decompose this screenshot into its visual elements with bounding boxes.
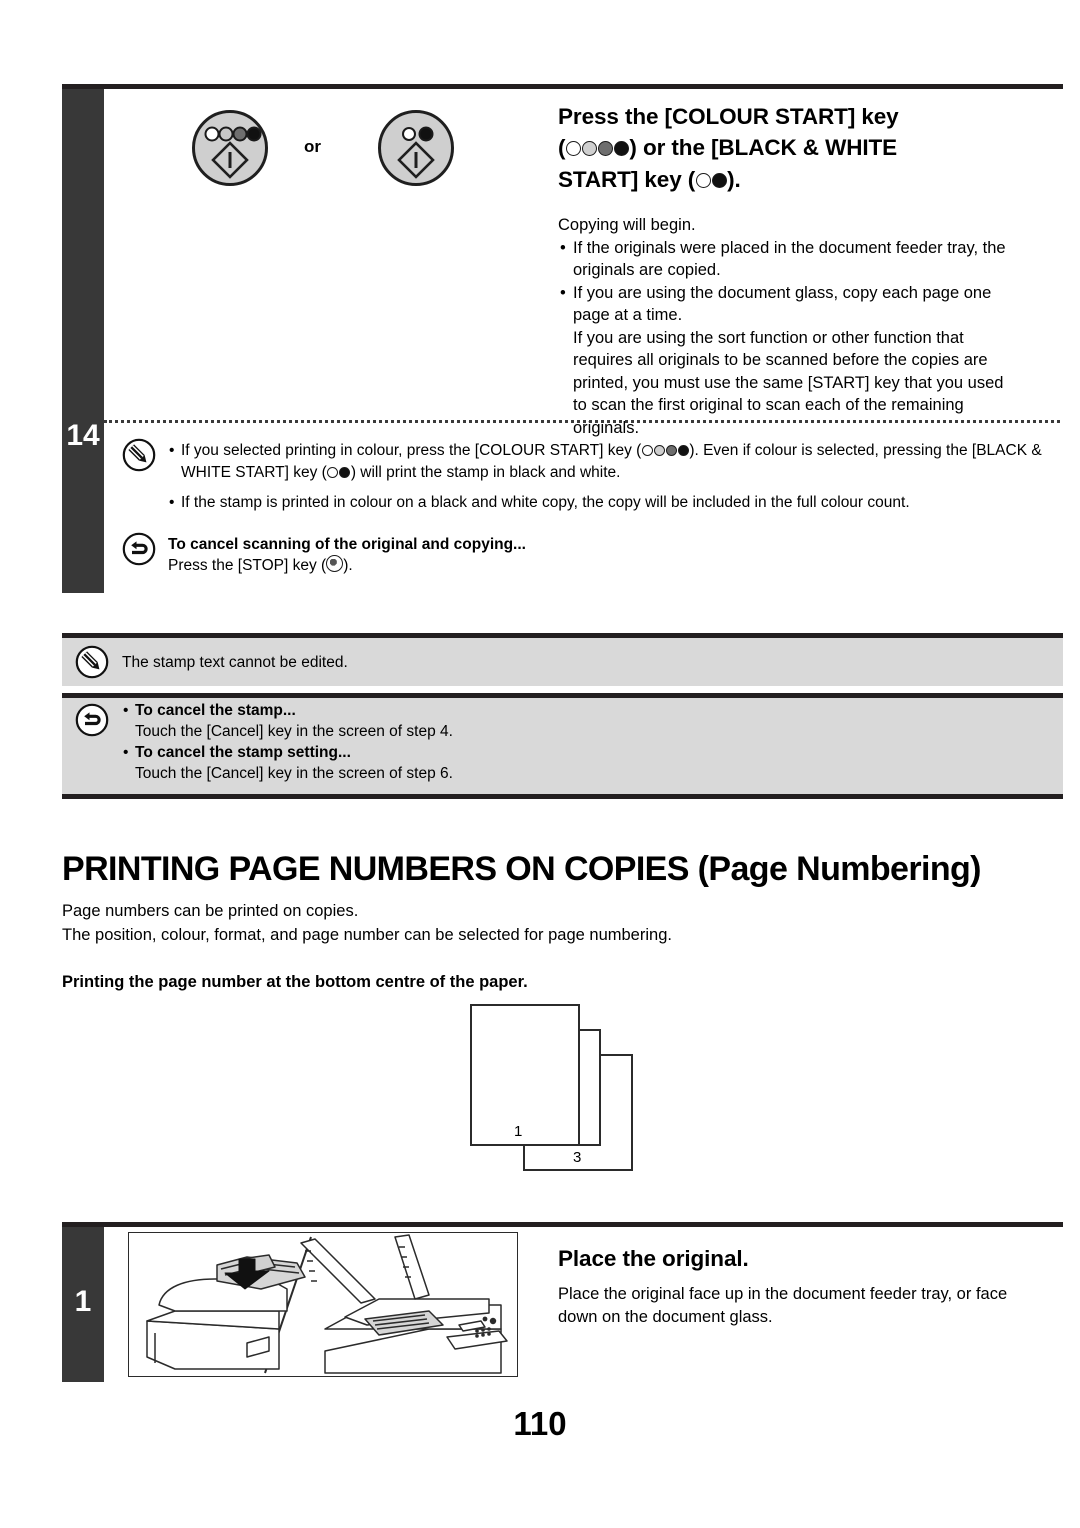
step-14-cancel-body-b: ). (343, 557, 353, 574)
step-1-body: Place the original face up in the docume… (558, 1285, 1008, 1326)
page-numbering-para-1: Page numbers can be printed on copies. (62, 902, 359, 920)
step-14-note-separator (104, 420, 1060, 423)
stamp-note-text: The stamp text cannot be edited. (122, 654, 348, 671)
step-14-title-line1: Press the [COLOUR START] key (558, 104, 899, 129)
top-divider-rule (62, 84, 1063, 89)
page-folio: 110 (513, 1405, 567, 1442)
step-14-note-bullet-1c: ) will print the stamp in black and whit… (350, 464, 621, 481)
bw-dots-note (327, 463, 351, 484)
step-14-title-line2-pre: ( (558, 135, 566, 160)
page-numbering-para-2: The position, colour, format, and page n… (62, 926, 672, 944)
step-14-intro: Copying will begin. (558, 216, 696, 234)
stamp-cancel-text: To cancel the stamp... Touch the [Cancel… (122, 700, 942, 784)
step-number-1: 1 (74, 1285, 92, 1318)
page-numbering-heading: PRINTING PAGE NUMBERS ON COPIES (Page Nu… (62, 850, 981, 888)
stamp-cancel-item-2-heading-text: To cancel the stamp setting... (135, 744, 351, 761)
sheet-3-number: 3 (573, 1149, 582, 1166)
stamp-cancel-item-2-heading: To cancel the stamp setting... (122, 742, 942, 763)
copier-illustration (128, 1232, 518, 1377)
pencil-note-icon (122, 438, 156, 472)
step-14-title-line3-pre: START] key ( (558, 167, 696, 192)
colour-start-key-glyph (204, 126, 262, 179)
bw-start-key-illustration (378, 110, 454, 186)
sheet-1: 1 (470, 1004, 580, 1146)
step-14-title: Press the [COLOUR START] key ( ) or the [… (558, 101, 1058, 196)
stamp-cancel-item-1-heading-text: To cancel the stamp... (135, 702, 296, 719)
copier-illustration-art (146, 1234, 508, 1374)
step-14-notes-text: If you selected printing in colour, pres… (168, 440, 1058, 513)
step-14-bullet-2: If you are using the document glass, cop… (558, 282, 1018, 327)
stamp-cancel-box-bottom-rule (62, 794, 1063, 799)
step-number-14: 14 (66, 419, 100, 452)
colour-start-key-illustration (192, 110, 268, 186)
step-14-note-bullet-2: If the stamp is printed in colour on a b… (168, 492, 1058, 513)
stamp-cancel-item-1-body: Touch the [Cancel] key in the screen of … (135, 723, 453, 740)
sheet-1-number: 1 (514, 1123, 523, 1140)
step-14-cancel-heading: To cancel scanning of the original and c… (168, 536, 526, 553)
bw-start-key-glyph (397, 126, 435, 179)
return-arrow-icon (122, 532, 156, 566)
step-14-note-bullet-1: If you selected printing in colour, pres… (168, 440, 1058, 484)
page-numbering-caption: Printing the page number at the bottom c… (62, 973, 528, 991)
step-14-cancel-note: To cancel scanning of the original and c… (168, 534, 868, 576)
or-label: or (304, 137, 321, 156)
step-14-title-line3-post: ). (727, 167, 741, 192)
step-14-title-line2-post: ) or the [BLACK & WHITE (629, 135, 898, 160)
step-1-title: Place the original. (558, 1246, 749, 1271)
step-number-bar-1: 1 (62, 1227, 104, 1382)
step-number-bar-14: 14 (62, 89, 104, 593)
step-14-cancel-body-a: Press the [STOP] key ( (168, 557, 327, 574)
stop-key-icon (326, 555, 344, 572)
pencil-note-icon-2 (75, 645, 109, 679)
step-1-top-rule (62, 1222, 1063, 1227)
stamp-cancel-item-2-body: Touch the [Cancel] key in the screen of … (135, 765, 453, 782)
bw-dots-inline (695, 165, 727, 196)
manual-page: 14 or Press the [COLOUR START] key () o… (0, 0, 1080, 1528)
step-14-bullet-1: If the originals were placed in the docu… (558, 237, 1018, 282)
step-14-note-bullet-1a: If you selected printing in colour, pres… (181, 442, 642, 459)
step-14-body: Copying will begin. If the originals wer… (558, 214, 1018, 439)
return-arrow-icon-2 (75, 703, 109, 737)
colour-dots-inline (565, 133, 629, 164)
colour-dots-note (641, 441, 689, 462)
stamp-cancel-item-1-heading: To cancel the stamp... (122, 700, 942, 721)
